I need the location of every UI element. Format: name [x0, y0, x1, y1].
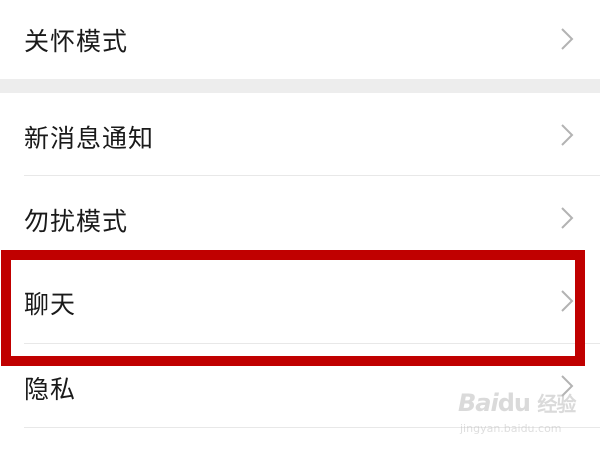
settings-item-label: 勿扰模式 — [24, 207, 129, 236]
settings-item-do-not-disturb[interactable]: 勿扰模式 — [0, 176, 600, 259]
settings-item-new-message-notification[interactable]: 新消息通知 — [0, 93, 600, 175]
settings-item-label: 聊天 — [24, 290, 77, 319]
chevron-right-icon — [560, 206, 574, 230]
settings-page: 关怀模式 新消息通知 勿扰模式 聊天 隐私 Baidu 经验 jingyan.b… — [0, 0, 600, 449]
chevron-right-icon — [560, 289, 574, 313]
settings-item-label: 关怀模式 — [24, 27, 129, 56]
settings-item-label: 新消息通知 — [24, 124, 155, 153]
chevron-right-icon — [560, 123, 574, 147]
settings-item-chat[interactable]: 聊天 — [0, 260, 600, 342]
watermark-brand: Baidu 经验 — [458, 389, 576, 417]
settings-item-care-mode[interactable]: 关怀模式 — [0, 0, 600, 79]
settings-item-label: 隐私 — [24, 375, 77, 404]
section-separator — [0, 79, 600, 93]
watermark-url: jingyan.baidu.com — [460, 422, 562, 435]
chevron-right-icon — [560, 27, 574, 51]
baidu-jingyan-watermark: Baidu 经验 jingyan.baidu.com — [458, 388, 598, 446]
